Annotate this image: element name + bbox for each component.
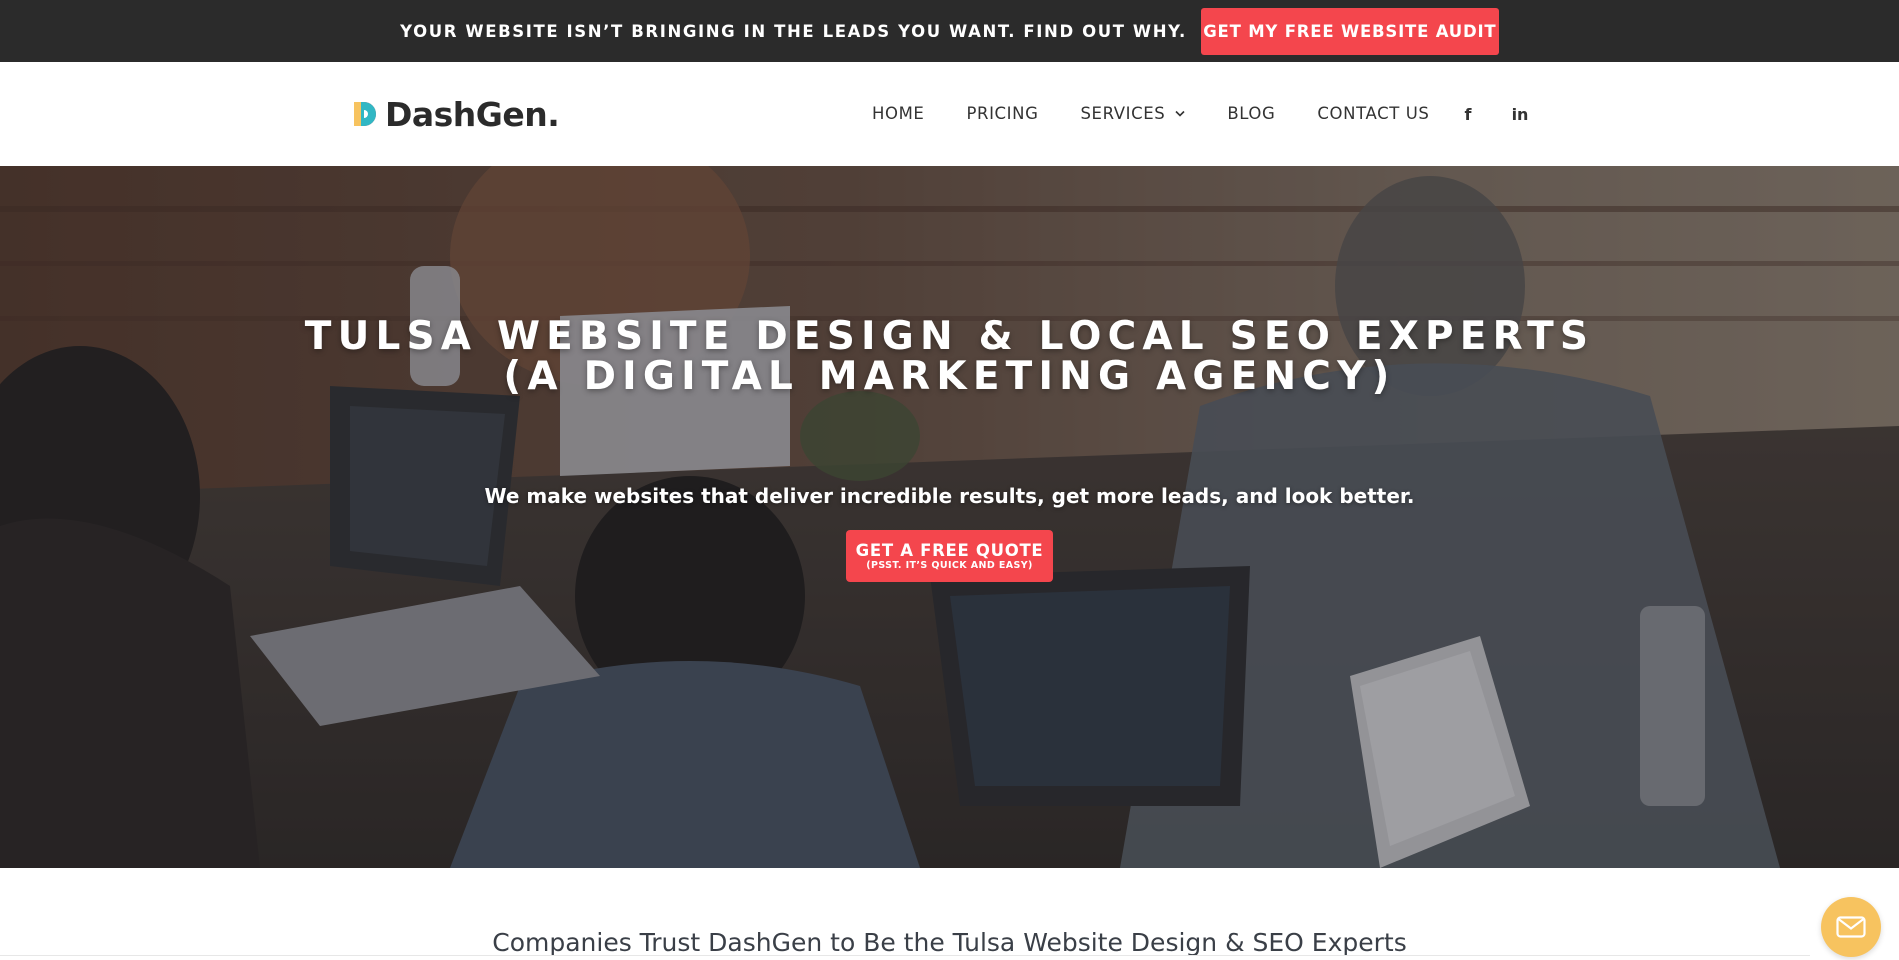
linkedin-glyph: in xyxy=(1511,104,1529,124)
hero-title-line1: TULSA WEBSITE DESIGN & LOCAL SEO EXPERTS xyxy=(304,314,1595,359)
linkedin-icon[interactable]: in xyxy=(1509,102,1531,126)
nav-services-label: SERVICES xyxy=(1080,104,1166,123)
announcement-text: YOUR WEBSITE ISN’T BRINGING IN THE LEADS… xyxy=(400,21,1187,41)
facebook-glyph: f xyxy=(1464,104,1472,124)
free-audit-button[interactable]: GET MY FREE WEBSITE AUDIT xyxy=(1200,7,1499,55)
hero-subtitle: We make websites that deliver incredible… xyxy=(484,484,1415,508)
main-nav: HOME PRICING SERVICES BLOG CONTACT US xyxy=(872,104,1429,123)
logo[interactable]: DashGen . xyxy=(352,92,560,136)
announcement-bar: YOUR WEBSITE ISN’T BRINGING IN THE LEADS… xyxy=(0,0,1899,62)
chevron-down-icon xyxy=(1175,110,1185,117)
free-quote-button[interactable]: GET A FREE QUOTE (PSST. IT’S QUICK AND E… xyxy=(846,530,1053,582)
contact-mail-button[interactable] xyxy=(1821,897,1881,957)
nav-pricing[interactable]: PRICING xyxy=(966,104,1038,123)
dashgen-d-icon xyxy=(354,102,376,126)
trust-heading: Companies Trust DashGen to Be the Tulsa … xyxy=(492,928,1407,957)
facebook-icon[interactable]: f xyxy=(1457,102,1479,126)
hero-title-line2: (A DIGITAL MARKETING AGENCY) xyxy=(503,354,1396,399)
free-quote-sublabel: (PSST. IT’S QUICK AND EASY) xyxy=(866,559,1033,571)
site-header: DashGen . HOME PRICING SERVICES BLOG CON… xyxy=(0,62,1899,166)
hero-section: TULSA WEBSITE DESIGN & LOCAL SEO EXPERTS… xyxy=(0,166,1899,868)
hero-overlay xyxy=(0,166,1899,868)
logo-dot: . xyxy=(547,94,560,134)
divider xyxy=(0,955,1810,956)
free-quote-label: GET A FREE QUOTE xyxy=(855,540,1044,560)
logo-text: DashGen xyxy=(385,94,548,134)
nav-contact[interactable]: CONTACT US xyxy=(1317,104,1429,123)
nav-services[interactable]: SERVICES xyxy=(1080,104,1185,123)
nav-blog[interactable]: BLOG xyxy=(1227,104,1275,123)
mail-icon xyxy=(1836,916,1866,938)
nav-home[interactable]: HOME xyxy=(872,104,924,123)
